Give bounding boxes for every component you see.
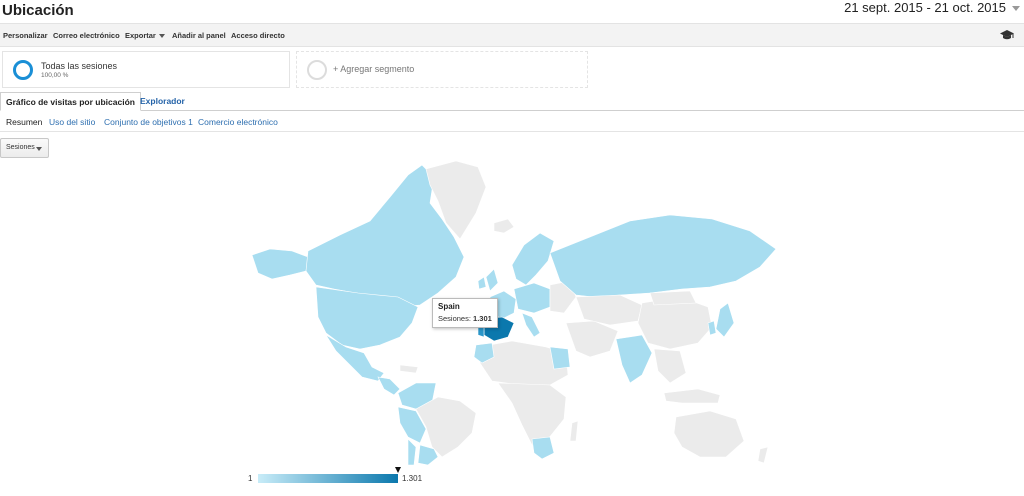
date-range-caret-icon[interactable] xyxy=(1012,6,1020,11)
segment-ring-icon xyxy=(13,60,33,80)
legend-min-label: 1 xyxy=(248,474,253,483)
country-madagascar[interactable] xyxy=(569,420,579,442)
chevron-down-icon xyxy=(36,147,42,151)
date-range-picker[interactable]: 21 sept. 2015 - 21 oct. 2015 xyxy=(844,0,1006,15)
metric-dropdown[interactable]: Sesiones xyxy=(0,138,49,158)
country-india[interactable] xyxy=(615,334,653,384)
empty-segment-ring-icon xyxy=(307,60,327,80)
world-map[interactable] xyxy=(250,157,780,465)
subnav-ecommerce[interactable]: Comercio electrónico xyxy=(198,117,278,127)
report-toolbar: Personalizar Correo electrónico Exportar… xyxy=(0,23,1024,47)
country-central-africa[interactable] xyxy=(497,382,567,446)
country-indonesia[interactable] xyxy=(663,388,721,404)
country-italy[interactable] xyxy=(521,312,541,338)
country-southeast-asia[interactable] xyxy=(653,348,687,384)
export-label: Exportar xyxy=(125,31,156,40)
country-ireland[interactable] xyxy=(477,276,487,290)
segment-percentage: 100,00 % xyxy=(41,72,69,79)
country-iceland[interactable] xyxy=(493,218,515,234)
tab-location-map[interactable]: Gráfico de visitas por ubicación xyxy=(0,92,141,111)
country-central-europe[interactable] xyxy=(513,282,551,314)
page-title: Ubicación xyxy=(2,2,74,19)
subnav-goal-set-1[interactable]: Conjunto de objetivos 1 xyxy=(104,117,193,127)
country-korea[interactable] xyxy=(707,320,717,336)
add-segment-card[interactable]: + Agregar segmento xyxy=(296,51,588,88)
country-alaska[interactable] xyxy=(251,248,309,280)
subnav-summary[interactable]: Resumen xyxy=(6,117,42,127)
country-china[interactable] xyxy=(637,296,713,350)
country-new-zealand[interactable] xyxy=(757,446,769,464)
legend-max-label: 1.301 xyxy=(402,474,423,483)
country-uk[interactable] xyxy=(485,268,499,292)
tooltip-metric-label: Sesiones: xyxy=(438,314,471,323)
report-tabs: Gráfico de visitas por ubicación Explora… xyxy=(0,92,1024,111)
country-southern-africa[interactable] xyxy=(531,436,555,460)
country-central-america[interactable] xyxy=(377,376,401,396)
email-button[interactable]: Correo electrónico xyxy=(53,31,120,40)
tab-explorer[interactable]: Explorador xyxy=(140,96,185,106)
country-middle-east[interactable] xyxy=(565,320,619,358)
country-chile[interactable] xyxy=(407,438,417,465)
country-caribbean[interactable] xyxy=(399,364,419,374)
subnav-site-usage[interactable]: Uso del sitio xyxy=(49,117,95,127)
tooltip-metric-line: Sesiones: 1.301 xyxy=(438,314,492,323)
country-australia[interactable] xyxy=(673,410,745,458)
graduation-cap-icon[interactable] xyxy=(1000,29,1014,41)
add-to-dashboard-button[interactable]: Añadir al panel xyxy=(172,31,226,40)
explorer-subnav: Resumen Uso del sitio Conjunto de objeti… xyxy=(0,112,1024,132)
country-russia[interactable] xyxy=(549,214,777,298)
map-tooltip: Spain Sesiones: 1.301 xyxy=(432,298,498,328)
country-mongolia[interactable] xyxy=(649,290,697,306)
add-segment-label: + Agregar segmento xyxy=(333,64,415,74)
tooltip-country: Spain xyxy=(438,302,460,311)
export-button[interactable]: Exportar xyxy=(125,31,165,40)
legend-marker-icon xyxy=(395,467,401,473)
metric-dropdown-label: Sesiones xyxy=(6,144,35,151)
chevron-down-icon xyxy=(158,34,165,39)
shortcut-button[interactable]: Acceso directo xyxy=(231,31,285,40)
customize-button[interactable]: Personalizar xyxy=(3,31,48,40)
country-scandinavia[interactable] xyxy=(511,232,555,286)
country-central-asia[interactable] xyxy=(575,294,643,326)
country-japan[interactable] xyxy=(715,302,735,338)
segment-card-all-sessions[interactable]: Todas las sesiones 100,00 % xyxy=(2,51,290,88)
segment-name: Todas las sesiones xyxy=(41,61,118,71)
tooltip-metric-value: 1.301 xyxy=(473,314,492,323)
legend-color-scale xyxy=(258,474,398,483)
